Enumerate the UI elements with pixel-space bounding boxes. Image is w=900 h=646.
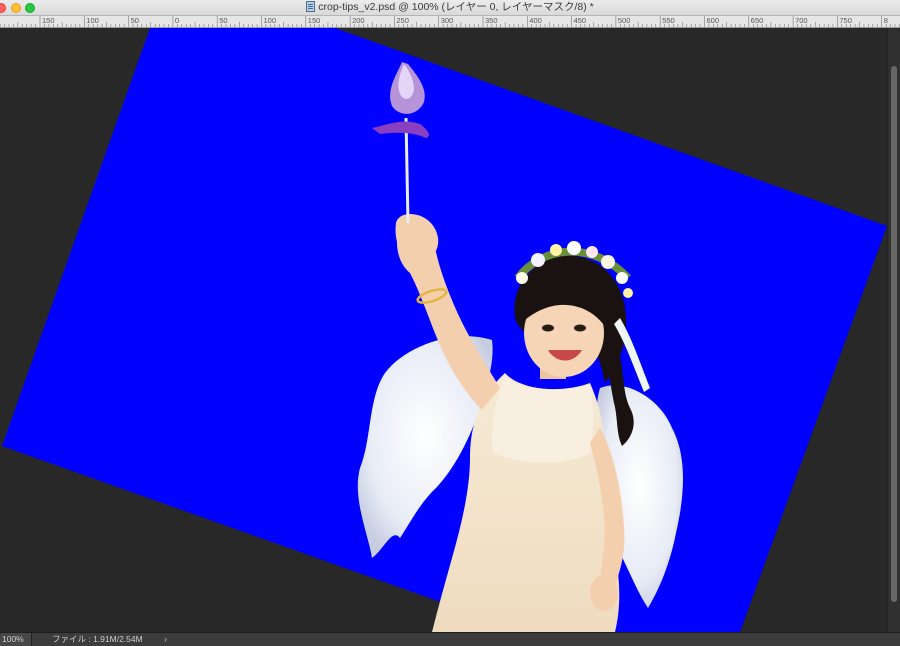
ruler-label: 750: [839, 16, 852, 25]
window-title-area: crop-tips_v2.psd @ 100% (レイヤー 0, レイヤーマスク…: [0, 0, 900, 15]
ruler-label: 50: [219, 16, 228, 25]
window-title: crop-tips_v2.psd @ 100% (レイヤー 0, レイヤーマスク…: [318, 1, 594, 13]
horizontal-ruler[interactable]: 150 100 50 0 50 100 150 200 250 300 350 400 450 500 55…: [0, 16, 900, 28]
ruler-label: 650: [750, 16, 764, 25]
document-info-text: ファイル : 1.91M/2.54M: [52, 634, 143, 644]
psd-file-icon: [306, 1, 316, 12]
vertical-scroll-thumb[interactable]: [891, 66, 897, 602]
wand-stick: [404, 117, 410, 224]
ruler-label: 150: [307, 16, 321, 25]
ruler-label: 50: [130, 16, 139, 25]
status-menu-arrow[interactable]: ›: [164, 633, 167, 646]
lower-hand: [590, 575, 618, 611]
ruler-label: 450: [573, 16, 587, 25]
zoom-level-field[interactable]: 100%: [0, 633, 32, 646]
ruler-label: 350: [485, 16, 498, 25]
ruler-label: 250: [396, 16, 409, 25]
ruler-label: 8: [883, 16, 888, 25]
ruler-label: 700: [795, 16, 808, 25]
right-eye: [574, 324, 586, 332]
ruler-label: 0: [174, 16, 180, 25]
left-eye: [542, 324, 554, 332]
vertical-scrollbar[interactable]: [887, 28, 900, 632]
ruler-label: 200: [352, 16, 365, 25]
canvas-artwork: [2, 28, 887, 632]
ruler-label: 100: [263, 16, 277, 25]
ruler-label: 400: [529, 16, 542, 25]
ruler-label: 600: [706, 16, 720, 25]
document-canvas[interactable]: [0, 28, 887, 632]
ruler-label: 550: [662, 16, 675, 25]
ruler-label: 150: [42, 16, 55, 25]
window-titlebar[interactable]: crop-tips_v2.psd @ 100% (レイヤー 0, レイヤーマスク…: [0, 0, 900, 16]
status-bar: 100% ファイル : 1.91M/2.54M ›: [0, 632, 900, 646]
ruler-label: 100: [86, 16, 99, 25]
ruler-label: 500: [617, 16, 631, 25]
ruler-label: 300: [440, 16, 454, 25]
